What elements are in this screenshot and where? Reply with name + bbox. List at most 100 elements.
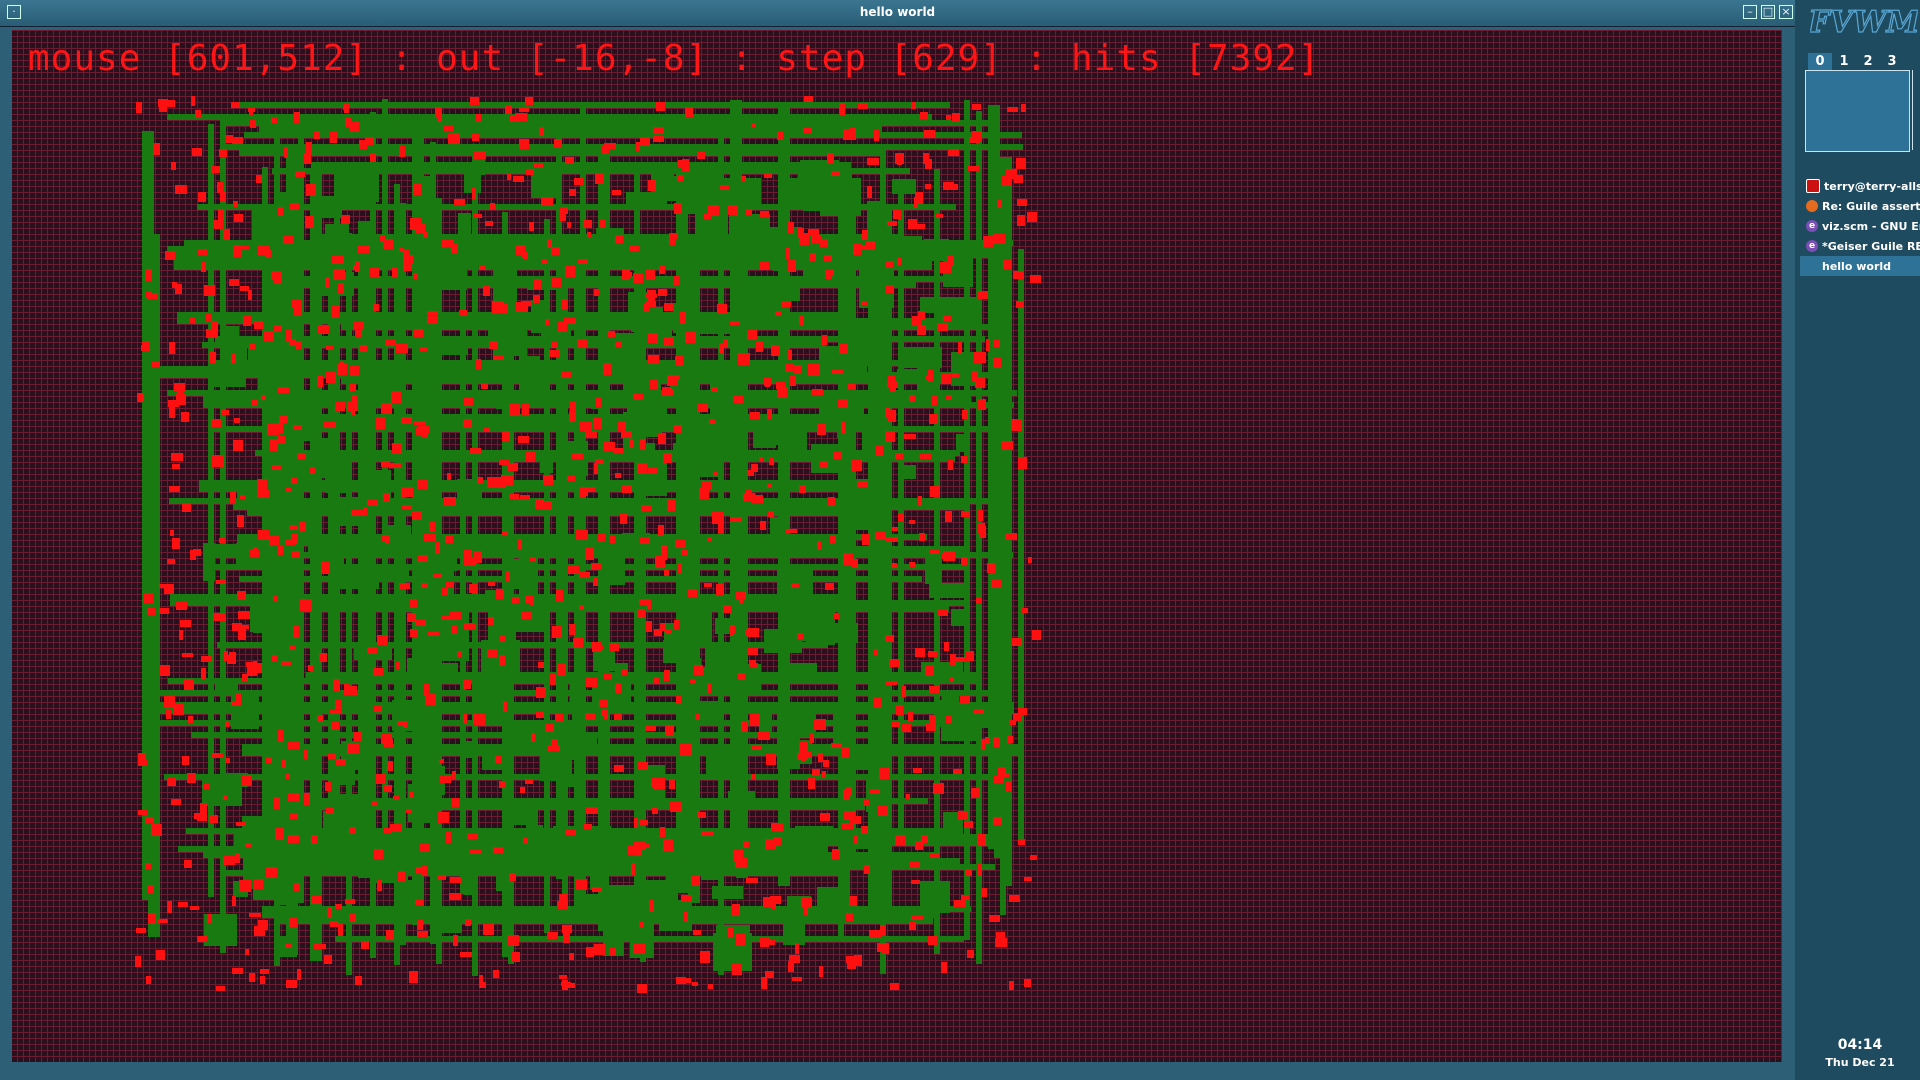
hit-marker	[297, 969, 301, 980]
maximize-button[interactable]: □	[1761, 5, 1775, 19]
hit-marker	[771, 345, 780, 356]
hit-marker	[738, 353, 750, 365]
hit-marker	[808, 778, 815, 789]
path-segment	[232, 318, 947, 324]
hit-marker	[510, 115, 520, 122]
hit-marker	[191, 96, 195, 106]
hit-marker	[851, 460, 862, 471]
hit-marker	[565, 266, 575, 277]
path-blob	[888, 251, 924, 270]
hit-marker	[875, 532, 886, 540]
hit-marker	[463, 680, 471, 689]
path-blob	[472, 146, 485, 175]
hit-marker	[336, 759, 346, 765]
hit-marker	[723, 605, 731, 613]
hit-marker	[1006, 781, 1011, 791]
hit-marker	[520, 495, 530, 500]
desk-3[interactable]: 3	[1880, 53, 1904, 71]
hit-marker	[211, 419, 221, 427]
hit-marker	[173, 704, 184, 715]
hit-marker	[290, 203, 299, 210]
hit-marker	[664, 303, 673, 311]
hit-marker	[294, 305, 302, 316]
path-segment	[300, 606, 949, 612]
hit-marker	[274, 797, 280, 809]
hit-marker	[681, 550, 688, 555]
task-terminal[interactable]: terry@terry-allser	[1800, 176, 1920, 196]
task-firefox[interactable]: Re: Guile assert m	[1800, 196, 1920, 216]
hit-marker	[351, 510, 363, 516]
hit-marker	[248, 290, 252, 300]
hit-marker	[675, 540, 685, 548]
hit-marker	[614, 714, 622, 720]
hit-marker	[457, 651, 462, 657]
hit-marker	[898, 514, 904, 521]
visualization-canvas[interactable]: mouse [601,512] : out [-16,-8] : step [6…	[12, 30, 1782, 1062]
hit-marker	[767, 409, 772, 419]
hit-marker	[439, 759, 444, 763]
hit-marker	[508, 935, 519, 946]
hit-marker	[136, 102, 142, 113]
task-geiser-repl[interactable]: e *Geiser Guile REPL	[1800, 236, 1920, 256]
hit-marker	[383, 493, 390, 502]
hit-marker	[621, 431, 632, 438]
hit-marker	[645, 726, 656, 731]
desk-2[interactable]: 2	[1856, 53, 1880, 71]
hit-marker	[317, 376, 323, 387]
desk-pager-next[interactable]	[1912, 70, 1919, 150]
hit-marker	[915, 648, 925, 657]
hit-marker	[467, 834, 478, 839]
desk-1[interactable]: 1	[1832, 53, 1856, 71]
hit-marker	[385, 537, 389, 544]
hit-marker	[862, 230, 868, 240]
hit-marker	[403, 260, 412, 271]
hit-marker	[586, 678, 597, 687]
path-blob	[298, 756, 322, 774]
hit-marker	[599, 700, 608, 707]
hit-marker	[242, 674, 248, 681]
hit-marker	[967, 950, 974, 958]
hit-marker	[708, 984, 713, 989]
hit-marker	[828, 497, 835, 506]
path-blob	[855, 745, 869, 770]
hit-marker	[195, 110, 201, 118]
hit-marker	[775, 311, 781, 316]
hit-marker	[508, 463, 518, 471]
hit-marker	[518, 436, 529, 443]
hit-marker	[243, 316, 251, 326]
hit-marker	[278, 207, 283, 216]
hit-marker	[157, 919, 168, 923]
path-blob	[773, 234, 785, 271]
hit-marker	[1018, 839, 1025, 845]
hit-marker	[966, 651, 974, 661]
hit-marker	[933, 783, 944, 794]
hit-marker	[367, 647, 377, 654]
hit-marker	[341, 215, 350, 224]
hit-marker	[330, 132, 337, 143]
hit-marker	[902, 724, 911, 732]
task-hello-world[interactable]: hello world	[1800, 256, 1920, 276]
hit-marker	[677, 175, 683, 181]
hit-marker	[822, 335, 827, 345]
path-blob	[710, 378, 736, 416]
hit-marker	[790, 376, 796, 386]
hit-marker	[238, 611, 250, 619]
hit-marker	[151, 824, 162, 836]
hit-marker	[572, 453, 583, 459]
hit-marker	[324, 422, 335, 428]
hit-marker	[224, 651, 228, 661]
path-blob	[897, 369, 928, 384]
path-blob	[728, 791, 755, 809]
hit-marker	[825, 270, 834, 276]
hit-marker	[567, 476, 575, 481]
desk-pager[interactable]	[1805, 70, 1910, 152]
hit-marker	[237, 515, 244, 527]
task-emacs-viz[interactable]: e viz.scm - GNU Em	[1800, 216, 1920, 236]
hit-marker	[281, 661, 291, 666]
minimize-button[interactable]: –	[1743, 5, 1757, 19]
hit-marker	[552, 278, 561, 287]
desk-0[interactable]: 0	[1808, 53, 1832, 71]
hit-marker	[500, 636, 505, 642]
window-titlebar[interactable]: · hello world – □ ×	[0, 0, 1795, 27]
close-button[interactable]: ×	[1779, 5, 1793, 19]
